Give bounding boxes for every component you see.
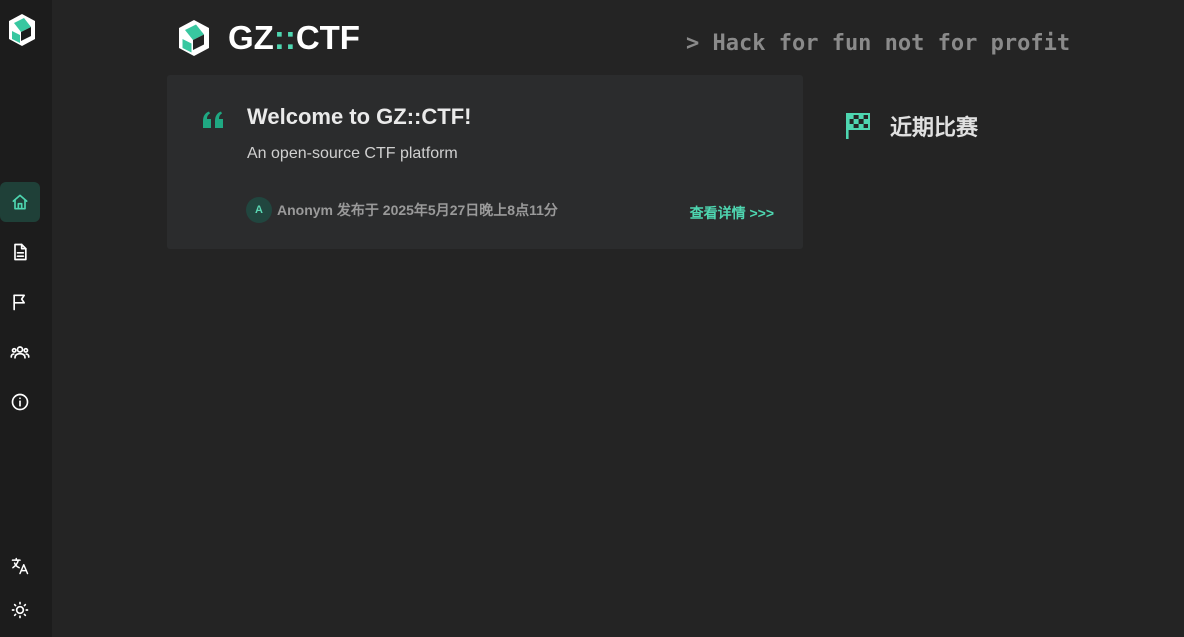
users-icon [10,346,30,359]
sidebar-item-teams[interactable] [0,332,40,372]
recent-games-header: 近期比赛 [845,110,978,142]
view-details-link[interactable]: 查看详情 >>> [690,203,774,223]
flag-icon [13,294,25,311]
gzctf-logo-icon[interactable] [6,12,38,48]
quote-icon [203,111,223,128]
brand-separator: :: [273,19,296,56]
gzctf-logo-icon [179,20,209,56]
info-icon [11,393,29,411]
post-title: Welcome to GZ::CTF! [247,104,472,129]
sidebar-item-posts[interactable] [0,232,40,272]
sidebar-item-home[interactable] [0,182,40,222]
language-toggle-button[interactable] [0,546,40,586]
sidebar-item-games[interactable] [0,282,40,322]
post-author-date: Anonym 发布于 2025年5月27日晚上8点11分 [277,202,558,218]
home-icon [12,194,28,210]
avatar: A [246,197,272,223]
checkered-flag-icon [846,113,870,139]
theme-toggle-button[interactable] [0,590,40,630]
slogan: > Hack for fun not for profit [686,31,1071,56]
brand-name: GZ::CTF [228,19,360,57]
translate-icon [11,557,29,575]
sidebar [0,0,52,637]
sun-icon [11,601,29,619]
document-icon [14,243,27,261]
post-card[interactable]: Welcome to GZ::CTF! An open-source CTF p… [167,75,803,249]
recent-games-title: 近期比赛 [890,115,979,140]
post-meta: A Anonym 发布于 2025年5月27日晚上8点11分 [246,197,558,223]
header-brand[interactable]: GZ::CTF [176,18,360,58]
post-summary: An open-source CTF platform [247,145,458,162]
brand-prefix: GZ [228,19,274,56]
sidebar-item-about[interactable] [0,382,40,422]
brand-suffix: CTF [295,19,360,56]
